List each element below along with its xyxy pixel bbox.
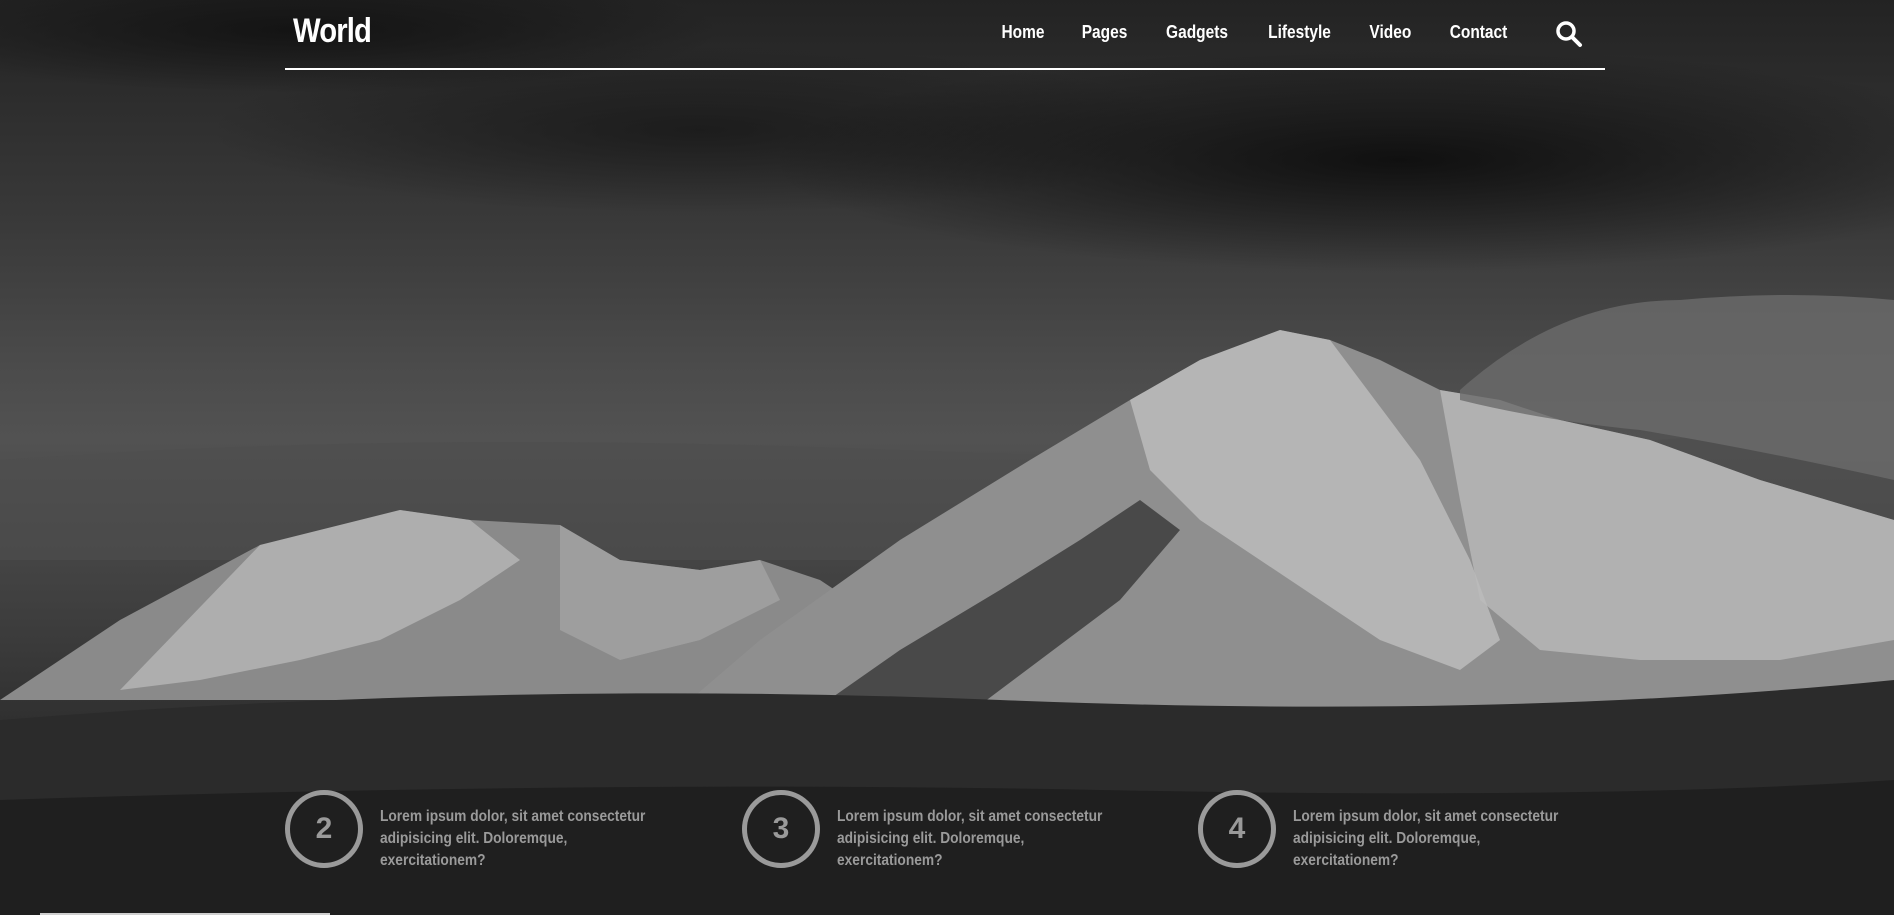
feature-list: 2 Lorem ipsum dolor, sit amet consectetu…: [285, 790, 1605, 870]
feature-item: 2 Lorem ipsum dolor, sit amet consectetu…: [285, 790, 705, 870]
feature-description: Lorem ipsum dolor, sit amet consectetur …: [837, 808, 1103, 869]
feature-number-badge: 3: [742, 790, 820, 868]
feature-number-badge: 4: [1198, 790, 1276, 868]
nav-item-home[interactable]: Home: [1002, 22, 1045, 43]
feature-number-badge: 2: [285, 790, 363, 868]
feature-item: 3 Lorem ipsum dolor, sit amet consectetu…: [742, 790, 1162, 870]
nav-item-pages[interactable]: Pages: [1082, 22, 1128, 43]
nav-item-lifestyle[interactable]: Lifestyle: [1268, 22, 1331, 43]
site-header: World Home Pages Gadgets Lifestyle Video…: [285, 0, 1605, 70]
nav-item-contact[interactable]: Contact: [1450, 22, 1508, 43]
main-nav: Home Pages Gadgets Lifestyle Video Conta…: [968, 22, 1512, 43]
feature-description: Lorem ipsum dolor, sit amet consectetur …: [380, 808, 646, 869]
mountain-background-image: [0, 295, 1894, 915]
nav-item-gadgets[interactable]: Gadgets: [1166, 22, 1228, 43]
site-logo[interactable]: World: [293, 12, 372, 51]
feature-item: 4 Lorem ipsum dolor, sit amet consectetu…: [1198, 790, 1618, 870]
hero-section: World Home Pages Gadgets Lifestyle Video…: [0, 0, 1894, 915]
search-button[interactable]: [1555, 20, 1585, 50]
nav-item-video[interactable]: Video: [1370, 22, 1412, 43]
search-icon: [1556, 21, 1582, 47]
feature-description: Lorem ipsum dolor, sit amet consectetur …: [1293, 808, 1559, 869]
